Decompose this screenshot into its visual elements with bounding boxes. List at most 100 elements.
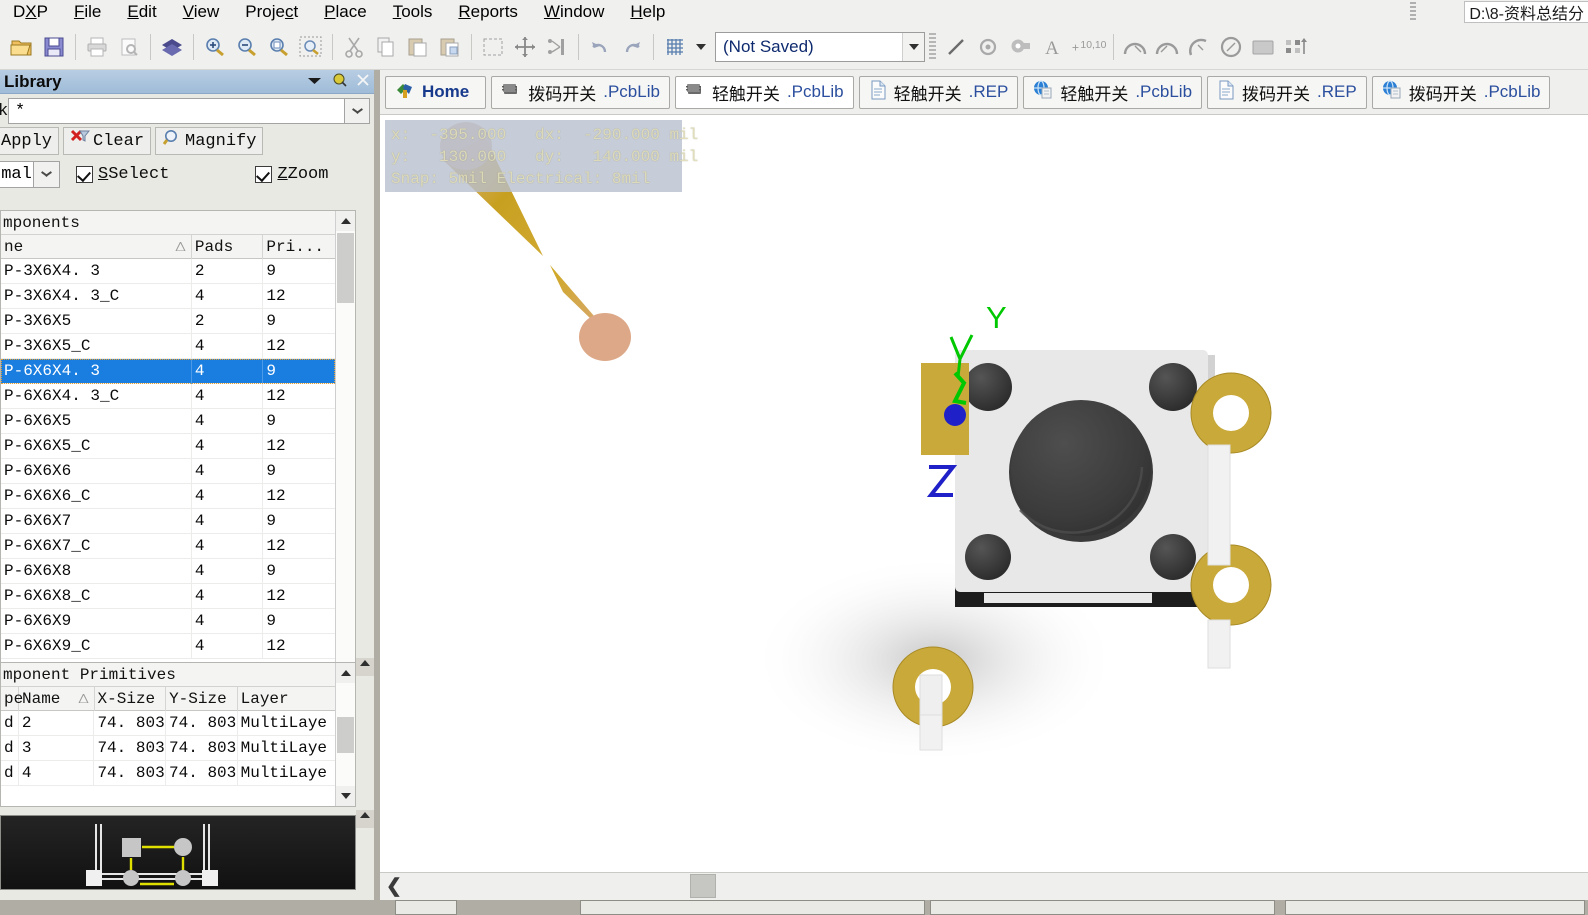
footprint-preview[interactable] — [0, 815, 356, 890]
column-layer[interactable]: Layer — [238, 687, 335, 711]
table-row[interactable]: P-6X6X4. 349 — [1, 358, 335, 384]
table-row[interactable]: d374. 803mi74. 803miMultiLaye — [1, 735, 335, 761]
arc-center-icon[interactable] — [1120, 32, 1150, 62]
table-row[interactable]: P-6X6X9_C 4 12 — [1, 633, 335, 659]
move-icon[interactable] — [510, 32, 540, 62]
taskbar-segment[interactable] — [580, 900, 925, 915]
pad-icon[interactable] — [1005, 32, 1035, 62]
scroll-up-arrow[interactable] — [336, 663, 355, 683]
table-row[interactable]: P-6X6X6 4 9 — [1, 458, 335, 484]
zoom-out-icon[interactable] — [232, 32, 262, 62]
table-row[interactable]: P-6X6X9 4 9 — [1, 608, 335, 634]
table-row[interactable]: P-6X6X8_C 4 12 — [1, 583, 335, 609]
tab-拨码开关.REP[interactable]: 拨码开关 .REP — [1207, 75, 1367, 109]
table-row[interactable]: P-6X6X5_C 4 12 — [1, 433, 335, 459]
arc-any-angle-icon[interactable] — [1184, 32, 1214, 62]
library-panel-titlebar[interactable]: Library — [0, 70, 374, 94]
column-pri[interactable]: Pri... — [263, 235, 335, 259]
mode-combo-value[interactable]: rmal — [0, 160, 34, 188]
chevron-left-icon[interactable]: ❮ — [386, 875, 402, 898]
scroll-track[interactable] — [336, 683, 355, 786]
paste-icon[interactable] — [403, 32, 433, 62]
taskbar-segment[interactable] — [395, 900, 457, 915]
line-icon[interactable] — [941, 32, 971, 62]
print-icon[interactable] — [82, 32, 112, 62]
clear-button[interactable]: Clear — [63, 127, 152, 155]
horizontal-scroll-thumb[interactable] — [690, 874, 716, 898]
panel-outer-scrollbar-mid[interactable] — [356, 810, 374, 828]
scroll-down-arrow[interactable] — [336, 786, 355, 806]
zoom-checkbox-box[interactable] — [255, 165, 273, 183]
mask-dropdown-arrow[interactable] — [345, 98, 370, 124]
menu-item-project[interactable]: Project — [232, 0, 311, 24]
zoom-fit-icon[interactable] — [264, 32, 294, 62]
select-checkbox[interactable]: SSelect — [76, 165, 169, 184]
table-row[interactable]: P-3X6X5 2 9 — [1, 308, 335, 334]
table-row[interactable]: P-3X6X5_C 4 12 — [1, 333, 335, 359]
tab-轻触开关.REP[interactable]: 轻触开关 .REP — [858, 75, 1019, 109]
table-row[interactable]: P-6X6X7_C 4 12 — [1, 533, 335, 559]
save-icon[interactable] — [39, 32, 69, 62]
tab-拨码开关.PcbLib[interactable]: 拨码开关 .PcbLib — [1371, 75, 1551, 109]
table-row[interactable]: P-3X6X4. 329 — [1, 259, 335, 284]
table-row[interactable]: P-6X6X6_C 4 12 — [1, 483, 335, 509]
paste-special-icon[interactable] — [435, 32, 465, 62]
column-prim-name[interactable]: Name — [19, 686, 95, 711]
align-icon[interactable] — [542, 32, 572, 62]
panel-outer-scrollbar-top[interactable] — [356, 658, 374, 676]
horizontal-scrollbar[interactable]: ❮ — [380, 872, 1588, 900]
layer-selector-arrow[interactable] — [902, 32, 924, 61]
select-checkbox-box[interactable] — [76, 165, 93, 183]
menu-item-dxp[interactable]: DXP — [0, 0, 61, 24]
column-pads[interactable]: Pads — [192, 234, 264, 259]
column-type[interactable]: pe — [1, 686, 23, 711]
menu-item-file[interactable]: File — [61, 0, 114, 24]
apply-button[interactable]: Apply — [0, 127, 60, 155]
tab-拨码开关.PcbLib[interactable]: 拨码开关 .PcbLib — [491, 75, 670, 109]
toolbar-grip-handle[interactable] — [1410, 2, 1416, 22]
taskbar-segment[interactable] — [930, 900, 1275, 915]
select-rect-icon[interactable] — [478, 32, 508, 62]
table-row[interactable]: P-6X6X4. 3_C 4 12 — [1, 383, 335, 409]
coordinate-icon[interactable]: +10,10 — [1069, 32, 1107, 62]
place-component-icon[interactable] — [1280, 32, 1310, 62]
taskbar-segment[interactable] — [1285, 900, 1585, 915]
close-icon[interactable] — [356, 73, 370, 92]
tab-Home[interactable]: Home — [385, 75, 487, 109]
magnify-button[interactable]: Magnify — [155, 127, 264, 155]
open-folder-icon[interactable] — [7, 32, 37, 62]
scroll-thumb[interactable] — [337, 717, 354, 753]
grid-dropdown-arrow[interactable] — [692, 32, 710, 62]
arc-edge-icon[interactable] — [1152, 32, 1182, 62]
table-row[interactable]: P-6X6X7 4 9 — [1, 508, 335, 534]
menu-item-window[interactable]: Window — [531, 0, 617, 24]
mask-input[interactable]: * — [8, 98, 345, 124]
tab-轻触开关.PcbLib[interactable]: 轻触开关 .PcbLib — [674, 75, 854, 109]
primitives-scrollbar[interactable] — [335, 663, 355, 806]
table-row[interactable]: P-6X6X5 4 9 — [1, 408, 335, 434]
chevron-down-icon[interactable] — [307, 73, 322, 91]
table-row[interactable]: P-3X6X4. 3_C 4 12 — [1, 283, 335, 309]
pin-icon[interactable] — [331, 72, 347, 93]
menu-item-edit[interactable]: Edit — [114, 0, 169, 24]
layers-icon[interactable] — [157, 32, 187, 62]
menu-item-view[interactable]: View — [170, 0, 233, 24]
zoom-area-icon[interactable] — [296, 32, 326, 62]
column-ysize[interactable]: Y-Size — [166, 686, 238, 711]
toolbar-grip-handle-2[interactable] — [929, 32, 936, 61]
mode-combo-arrow[interactable] — [34, 160, 60, 188]
print-preview-icon[interactable] — [114, 32, 144, 62]
layer-selector-combo[interactable]: (Not Saved) — [715, 31, 925, 62]
grid-icon[interactable] — [660, 32, 690, 62]
scroll-up-arrow[interactable] — [336, 211, 355, 231]
scroll-thumb[interactable] — [337, 233, 354, 303]
full-circle-icon[interactable] — [1216, 32, 1246, 62]
menu-item-tools[interactable]: Tools — [380, 0, 446, 24]
components-scrollbar[interactable] — [335, 211, 355, 723]
pcb-3d-canvas[interactable]: Y x: -395.000 dx: -290.000 mil y: 130.00… — [380, 115, 1588, 872]
fill-icon[interactable] — [1248, 32, 1278, 62]
text-icon[interactable]: A — [1037, 32, 1067, 62]
scroll-track[interactable] — [336, 231, 355, 703]
menu-item-help[interactable]: Help — [617, 0, 678, 24]
via-icon[interactable] — [973, 32, 1003, 62]
